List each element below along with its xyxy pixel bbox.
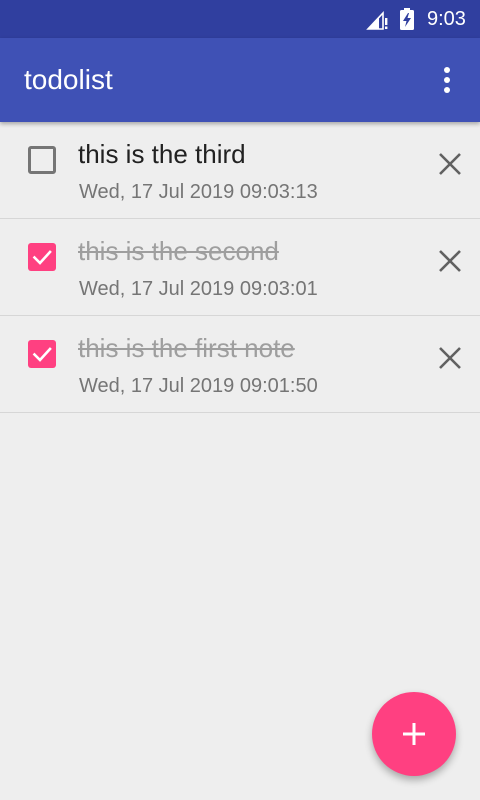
clock: 9:03: [427, 8, 466, 30]
todo-date: Wed, 17 Jul 2019 09:03:01: [79, 278, 318, 300]
todo-checkbox[interactable]: [28, 243, 56, 271]
add-todo-button[interactable]: [372, 692, 456, 776]
todo-row[interactable]: this is the third Wed, 17 Jul 2019 09:03…: [0, 122, 480, 219]
more-vert-icon[interactable]: [432, 62, 462, 98]
todo-text: this is the first note: [78, 333, 295, 363]
todo-text: this is the second: [78, 236, 279, 266]
todo-row[interactable]: this is the first note Wed, 17 Jul 2019 …: [0, 316, 480, 413]
check-icon: [32, 250, 52, 265]
app-bar: todolist: [0, 38, 480, 122]
signal-icon: [366, 10, 388, 30]
close-icon[interactable]: [432, 340, 468, 376]
todo-row[interactable]: this is the second Wed, 17 Jul 2019 09:0…: [0, 219, 480, 316]
battery-charging-icon: [400, 8, 414, 30]
todo-checkbox[interactable]: [28, 146, 56, 174]
app-title: todolist: [24, 64, 113, 95]
overflow-dot: [444, 87, 450, 93]
todo-text: this is the third: [78, 139, 246, 169]
status-bar: 9:03: [0, 0, 480, 38]
close-icon[interactable]: [432, 146, 468, 182]
todo-date: Wed, 17 Jul 2019 09:01:50: [79, 375, 318, 397]
overflow-dot: [444, 67, 450, 73]
check-icon: [32, 347, 52, 362]
plus-icon: [403, 723, 425, 745]
todo-date: Wed, 17 Jul 2019 09:03:13: [79, 181, 318, 203]
close-icon[interactable]: [432, 243, 468, 279]
todo-list: this is the third Wed, 17 Jul 2019 09:03…: [0, 122, 480, 413]
todo-checkbox[interactable]: [28, 340, 56, 368]
overflow-dot: [444, 77, 450, 83]
